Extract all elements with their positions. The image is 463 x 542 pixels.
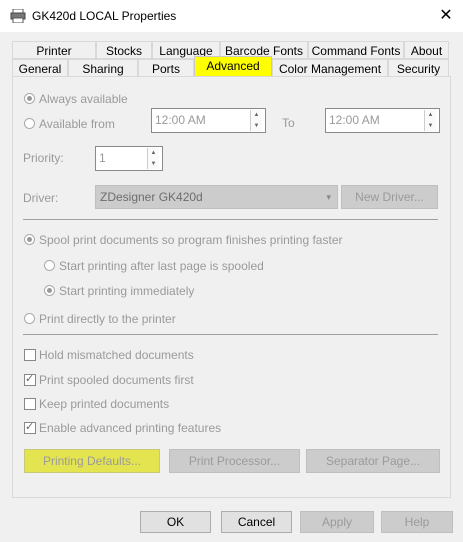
after-last-page-label: Start printing after last page is spoole…	[59, 259, 264, 273]
start-immediately-label: Start printing immediately	[59, 284, 195, 298]
spooled-first-label: Print spooled documents first	[39, 373, 194, 387]
to-time-value: 12:00 AM	[329, 113, 380, 127]
always-available-label: Always available	[39, 92, 128, 106]
spinner-down-icon[interactable]: ▼	[251, 121, 262, 132]
tab-printer-settings[interactable]: Printer Settings	[12, 41, 96, 76]
new-driver-button[interactable]: New Driver...	[341, 185, 438, 209]
apply-button[interactable]: Apply	[300, 511, 374, 533]
to-time-field[interactable]: 12:00 AM	[325, 108, 440, 133]
priority-spinner[interactable]: ▲ ▼	[147, 148, 159, 169]
divider	[23, 334, 438, 335]
available-from-label: Available from	[39, 117, 115, 131]
tab-advanced[interactable]: Advanced	[194, 56, 272, 77]
tab-general[interactable]: General	[12, 59, 68, 77]
driver-label: Driver:	[23, 191, 59, 205]
from-time-value: 12:00 AM	[155, 113, 206, 127]
title-bar: GK420d LOCAL Properties ✕	[0, 0, 463, 32]
tab-stocks[interactable]: Stocks	[96, 41, 152, 59]
keep-printed-label: Keep printed documents	[39, 397, 170, 411]
printer-icon	[10, 8, 26, 24]
spinner-up-icon[interactable]: ▲	[148, 148, 159, 159]
spinner-down-icon[interactable]: ▼	[425, 121, 436, 132]
tab-command-fonts[interactable]: Command Fonts	[308, 41, 404, 59]
keep-printed-checkbox[interactable]	[24, 398, 36, 410]
spinner-up-icon[interactable]: ▲	[425, 110, 436, 121]
always-available-radio[interactable]	[24, 93, 35, 104]
advanced-features-label: Enable advanced printing features	[39, 421, 222, 435]
priority-value: 1	[99, 151, 106, 165]
spooled-first-checkbox[interactable]	[24, 372, 36, 386]
from-time-field[interactable]: 12:00 AM	[151, 108, 266, 133]
driver-value: ZDesigner GK420d	[100, 190, 203, 204]
spinner-up-icon[interactable]: ▲	[251, 110, 262, 121]
close-icon[interactable]: ✕	[432, 2, 460, 30]
print-directly-label: Print directly to the printer	[39, 312, 176, 326]
print-processor-button[interactable]: Print Processor...	[169, 449, 300, 473]
start-immediately-radio[interactable]	[44, 285, 55, 296]
advanced-features-checkbox[interactable]	[24, 420, 36, 434]
from-time-spinner[interactable]: ▲ ▼	[250, 110, 262, 131]
driver-select[interactable]: ZDesigner GK420d ▾	[95, 185, 338, 209]
hold-mismatched-label: Hold mismatched documents	[39, 348, 194, 362]
ok-button[interactable]: OK	[140, 511, 211, 533]
hold-mismatched-checkbox[interactable]	[24, 349, 36, 361]
chevron-down-icon: ▾	[326, 192, 331, 202]
spool-label: Spool print documents so program finishe…	[39, 233, 343, 247]
separator-page-button[interactable]: Separator Page...	[306, 449, 440, 473]
spinner-down-icon[interactable]: ▼	[148, 159, 159, 170]
tab-security[interactable]: Security	[388, 59, 449, 77]
to-label: To	[282, 116, 295, 130]
tab-sharing[interactable]: Sharing	[68, 59, 138, 77]
priority-label: Priority:	[23, 151, 64, 165]
tab-about[interactable]: About	[404, 41, 449, 59]
print-directly-radio[interactable]	[24, 313, 35, 324]
cancel-button[interactable]: Cancel	[221, 511, 292, 533]
spool-radio[interactable]	[24, 234, 35, 245]
tab-ports[interactable]: Ports	[138, 59, 194, 77]
window-title: GK420d LOCAL Properties	[32, 9, 177, 23]
tab-color-management[interactable]: Color Management	[272, 59, 388, 77]
available-from-radio[interactable]	[24, 118, 35, 129]
printing-defaults-button[interactable]: Printing Defaults...	[24, 449, 160, 473]
help-button[interactable]: Help	[381, 511, 453, 533]
to-time-spinner[interactable]: ▲ ▼	[424, 110, 436, 131]
divider	[23, 219, 438, 220]
after-last-page-radio[interactable]	[44, 260, 55, 271]
